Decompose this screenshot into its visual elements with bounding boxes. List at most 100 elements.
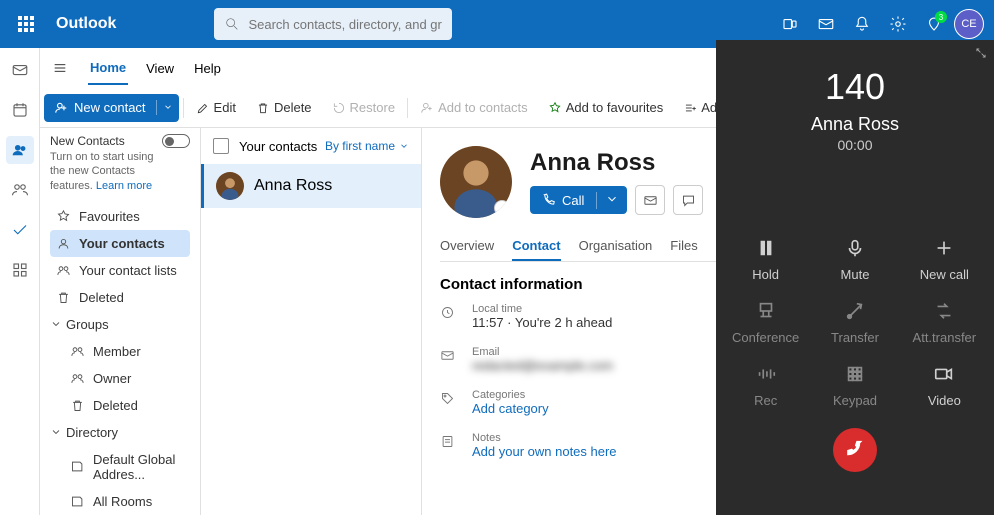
mute-button[interactable]: Mute xyxy=(813,233,896,286)
detail-avatar xyxy=(440,146,512,218)
nav-your-contacts-label: Your contacts xyxy=(79,236,165,251)
call-contact-name: Anna Ross xyxy=(811,114,899,135)
nav-your-contact-lists[interactable]: Your contact lists xyxy=(50,257,190,284)
video-button[interactable]: Video xyxy=(903,359,986,412)
folder-nav: New Contacts Turn on to start using the … xyxy=(40,128,200,515)
nav-groups-label: Groups xyxy=(66,317,109,332)
local-time-value: 11:57 · You're 2 h ahead xyxy=(472,315,612,330)
edit-button[interactable]: Edit xyxy=(188,94,244,122)
notifications-icon[interactable] xyxy=(846,8,878,40)
restore-label: Restore xyxy=(350,100,396,115)
rail-more-apps-icon[interactable] xyxy=(6,256,34,284)
hold-button[interactable]: Hold xyxy=(724,233,807,286)
edit-label: Edit xyxy=(214,100,236,115)
nav-deleted-label: Deleted xyxy=(79,290,124,305)
banner-title: New Contacts xyxy=(50,134,162,148)
meet-now-icon[interactable]: 3 xyxy=(918,8,950,40)
hangup-button[interactable] xyxy=(833,428,877,472)
account-avatar[interactable]: CE xyxy=(954,9,984,39)
detail-name: Anna Ross xyxy=(530,149,741,177)
sort-filter-button[interactable]: By first name xyxy=(325,139,409,153)
tab-help[interactable]: Help xyxy=(192,53,223,84)
notes-label: Notes xyxy=(472,432,617,444)
categories-label: Categories xyxy=(472,389,549,401)
new-contact-chevron-icon[interactable] xyxy=(156,100,179,115)
new-contact-label: New contact xyxy=(74,100,146,115)
search-icon xyxy=(224,16,240,32)
restore-button: Restore xyxy=(324,94,404,122)
new-contact-button[interactable]: New contact xyxy=(44,94,179,122)
email-value[interactable]: redacted@example.com xyxy=(472,358,613,373)
nav-your-contacts[interactable]: Your contacts xyxy=(50,230,190,257)
rail-people-icon[interactable] xyxy=(6,136,34,164)
tab-overview[interactable]: Overview xyxy=(440,232,494,261)
presence-icon xyxy=(494,200,510,216)
expand-call-icon[interactable] xyxy=(974,46,988,65)
delete-label: Delete xyxy=(274,100,312,115)
new-call-button[interactable]: New call xyxy=(903,233,986,286)
tag-icon xyxy=(440,391,458,409)
nav-directory-header[interactable]: Directory xyxy=(50,419,190,446)
tab-files[interactable]: Files xyxy=(670,232,697,261)
conference-button[interactable]: Conference xyxy=(724,296,807,349)
keypad-button[interactable]: Keypad xyxy=(813,359,896,412)
add-to-contacts-button: Add to contacts xyxy=(412,94,536,122)
select-all-checkbox[interactable] xyxy=(213,138,229,154)
delete-button[interactable]: Delete xyxy=(248,94,320,122)
nav-group-deleted[interactable]: Deleted xyxy=(64,392,190,419)
call-chevron-icon[interactable] xyxy=(596,192,627,209)
nav-all-rooms-label: All Rooms xyxy=(93,494,152,509)
add-to-favourites-label: Add to favourites xyxy=(566,100,664,115)
att-transfer-label: Att.transfer xyxy=(913,330,977,345)
video-label: Video xyxy=(928,393,961,408)
call-timer: 00:00 xyxy=(837,137,872,153)
att-transfer-button[interactable]: Att.transfer xyxy=(903,296,986,349)
list-item[interactable]: Anna Ross xyxy=(201,164,421,208)
app-launcher-icon[interactable] xyxy=(10,8,42,40)
call-button[interactable]: Call xyxy=(530,186,627,214)
app-name: Outlook xyxy=(56,15,116,33)
email-label: Email xyxy=(472,346,613,358)
new-call-label: New call xyxy=(920,267,969,282)
nav-favourites[interactable]: Favourites xyxy=(50,203,190,230)
nav-group-member[interactable]: Member xyxy=(64,338,190,365)
nav-your-contact-lists-label: Your contact lists xyxy=(79,263,177,278)
topbar-actions: 3 CE xyxy=(774,8,984,40)
banner-learn-more-link[interactable]: Learn more xyxy=(96,180,152,192)
hamburger-icon[interactable] xyxy=(48,60,72,76)
transfer-button[interactable]: Transfer xyxy=(813,296,896,349)
add-to-favourites-button[interactable]: Add to favourites xyxy=(540,94,672,122)
rail-groups-icon[interactable] xyxy=(6,176,34,204)
nav-default-gal-label: Default Global Addres... xyxy=(93,452,184,482)
teams-icon[interactable] xyxy=(774,8,806,40)
local-time-label: Local time xyxy=(472,303,612,315)
search-input[interactable] xyxy=(248,17,442,32)
nav-default-gal[interactable]: Default Global Addres... xyxy=(64,446,190,488)
settings-icon[interactable] xyxy=(882,8,914,40)
new-contacts-toggle[interactable] xyxy=(162,134,190,148)
nav-all-rooms[interactable]: All Rooms xyxy=(64,488,190,515)
mail-alert-icon[interactable] xyxy=(810,8,842,40)
rail-mail-icon[interactable] xyxy=(6,56,34,84)
nav-groups-header[interactable]: Groups xyxy=(50,311,190,338)
rec-button[interactable]: Rec xyxy=(724,359,807,412)
meet-badge: 3 xyxy=(935,11,947,23)
tab-view[interactable]: View xyxy=(144,53,176,84)
tab-organisation[interactable]: Organisation xyxy=(579,232,653,261)
add-category-link[interactable]: Add category xyxy=(472,401,549,416)
transfer-label: Transfer xyxy=(831,330,879,345)
nav-deleted[interactable]: Deleted xyxy=(50,284,190,311)
rail-calendar-icon[interactable] xyxy=(6,96,34,124)
email-icon xyxy=(440,348,458,366)
hold-label: Hold xyxy=(752,267,779,282)
add-to-contacts-label: Add to contacts xyxy=(438,100,528,115)
start-chat-button[interactable] xyxy=(673,185,703,215)
tab-home[interactable]: Home xyxy=(88,52,128,85)
rail-todo-icon[interactable] xyxy=(6,216,34,244)
send-email-button[interactable] xyxy=(635,185,665,215)
add-notes-link[interactable]: Add your own notes here xyxy=(472,444,617,459)
tab-contact[interactable]: Contact xyxy=(512,232,560,261)
nav-group-owner[interactable]: Owner xyxy=(64,365,190,392)
search-box[interactable] xyxy=(214,8,452,40)
list-title: Your contacts xyxy=(239,139,317,154)
